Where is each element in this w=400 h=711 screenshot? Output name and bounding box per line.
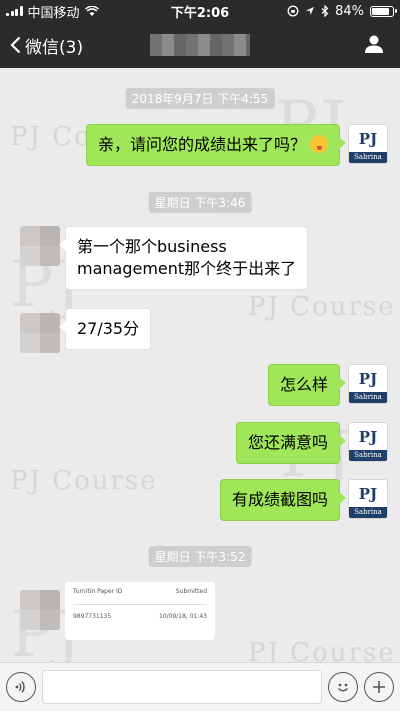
tongue-out-emoji-icon: [310, 135, 328, 153]
image-message-thumbnail[interactable]: Turnitin Paper ID Submitted 9897731135 1…: [65, 582, 215, 640]
status-bar: 中国移动 下午2:06 84%: [0, 0, 400, 22]
plus-icon: [373, 681, 385, 693]
avatar-logo-subtext: Sabrina: [349, 392, 387, 403]
message-bubble-sent[interactable]: 有成绩截图吗: [219, 479, 347, 521]
emoji-button[interactable]: [328, 672, 358, 702]
my-avatar[interactable]: PJ Sabrina: [348, 364, 388, 404]
avatar-logo-subtext: Sabrina: [349, 507, 387, 518]
chat-area[interactable]: PJ Course PJ PJ Course PJ PJ Course PJ P…: [0, 68, 400, 662]
avatar-logo-text: PJ: [358, 484, 378, 503]
watermark: PJ Course: [248, 638, 396, 662]
contact-avatar[interactable]: [20, 313, 60, 353]
message-text-line: 第一个那个business: [77, 237, 227, 256]
message-text: 怎么样: [279, 375, 328, 394]
my-avatar[interactable]: PJ Sabrina: [348, 124, 388, 164]
voice-icon: [15, 681, 25, 693]
timestamp: 2018年9月7日 下午4:55: [125, 88, 275, 109]
contact-avatar[interactable]: [20, 590, 60, 630]
chevron-left-icon: [10, 36, 21, 54]
image-text: Submitted: [175, 588, 207, 595]
image-text: 9897731135: [73, 613, 112, 620]
my-avatar[interactable]: PJ Sabrina: [348, 422, 388, 462]
my-avatar[interactable]: PJ Sabrina: [348, 479, 388, 519]
back-button[interactable]: 微信(3): [10, 33, 83, 58]
message-text: 您还满意吗: [247, 433, 328, 452]
image-text: Turnitin Paper ID: [73, 588, 123, 595]
image-text: 10/09/18, 01:43: [158, 613, 207, 620]
nav-bar: 微信(3): [0, 22, 400, 68]
chat-info-button[interactable]: [364, 34, 384, 58]
timestamp: 星期日 下午3:52: [148, 546, 252, 567]
message-input[interactable]: [42, 670, 322, 704]
message-bubble-sent[interactable]: 您还满意吗: [235, 422, 347, 464]
watermark: PJ Course: [10, 466, 158, 496]
emoji-icon: [338, 683, 348, 692]
battery-percent: 84%: [335, 3, 364, 19]
message-bubble-sent[interactable]: 亲，请问您的成绩出来了吗？: [85, 124, 347, 166]
orientation-lock-icon: [287, 5, 299, 17]
carrier-label: 中国移动: [27, 5, 80, 21]
avatar-logo-subtext: Sabrina: [349, 450, 387, 461]
location-icon: [306, 7, 315, 15]
contact-avatar[interactable]: [20, 226, 60, 266]
watermark: PJ Course: [248, 292, 396, 322]
avatar-logo-text: PJ: [358, 129, 378, 148]
timestamp: 星期日 下午3:46: [148, 192, 252, 213]
wifi-icon: [84, 5, 99, 16]
avatar-logo-text: PJ: [358, 427, 378, 446]
signal-icon: [6, 6, 23, 16]
chat-title-blurred: [150, 34, 250, 56]
battery-icon: [370, 5, 397, 17]
message-bubble-received[interactable]: 27/35分: [58, 308, 152, 350]
message-text: 亲，请问您的成绩出来了吗？: [97, 135, 306, 154]
voice-button[interactable]: [6, 672, 36, 702]
message-bubble-received[interactable]: 第一个那个business management那个终于出来了: [58, 226, 309, 290]
person-icon: [365, 35, 383, 53]
avatar-logo-text: PJ: [358, 369, 378, 388]
back-label: 微信(3): [25, 37, 84, 58]
bluetooth-icon: [321, 5, 329, 17]
status-time: 下午2:06: [170, 5, 230, 21]
message-text: 有成绩截图吗: [231, 490, 328, 509]
message-text-line: management那个终于出来了: [77, 259, 297, 278]
avatar-logo-subtext: Sabrina: [349, 152, 387, 163]
message-text: 27/35分: [77, 319, 140, 338]
input-bar: [0, 662, 400, 711]
message-bubble-sent[interactable]: 怎么样: [267, 364, 347, 406]
more-button[interactable]: [364, 672, 394, 702]
